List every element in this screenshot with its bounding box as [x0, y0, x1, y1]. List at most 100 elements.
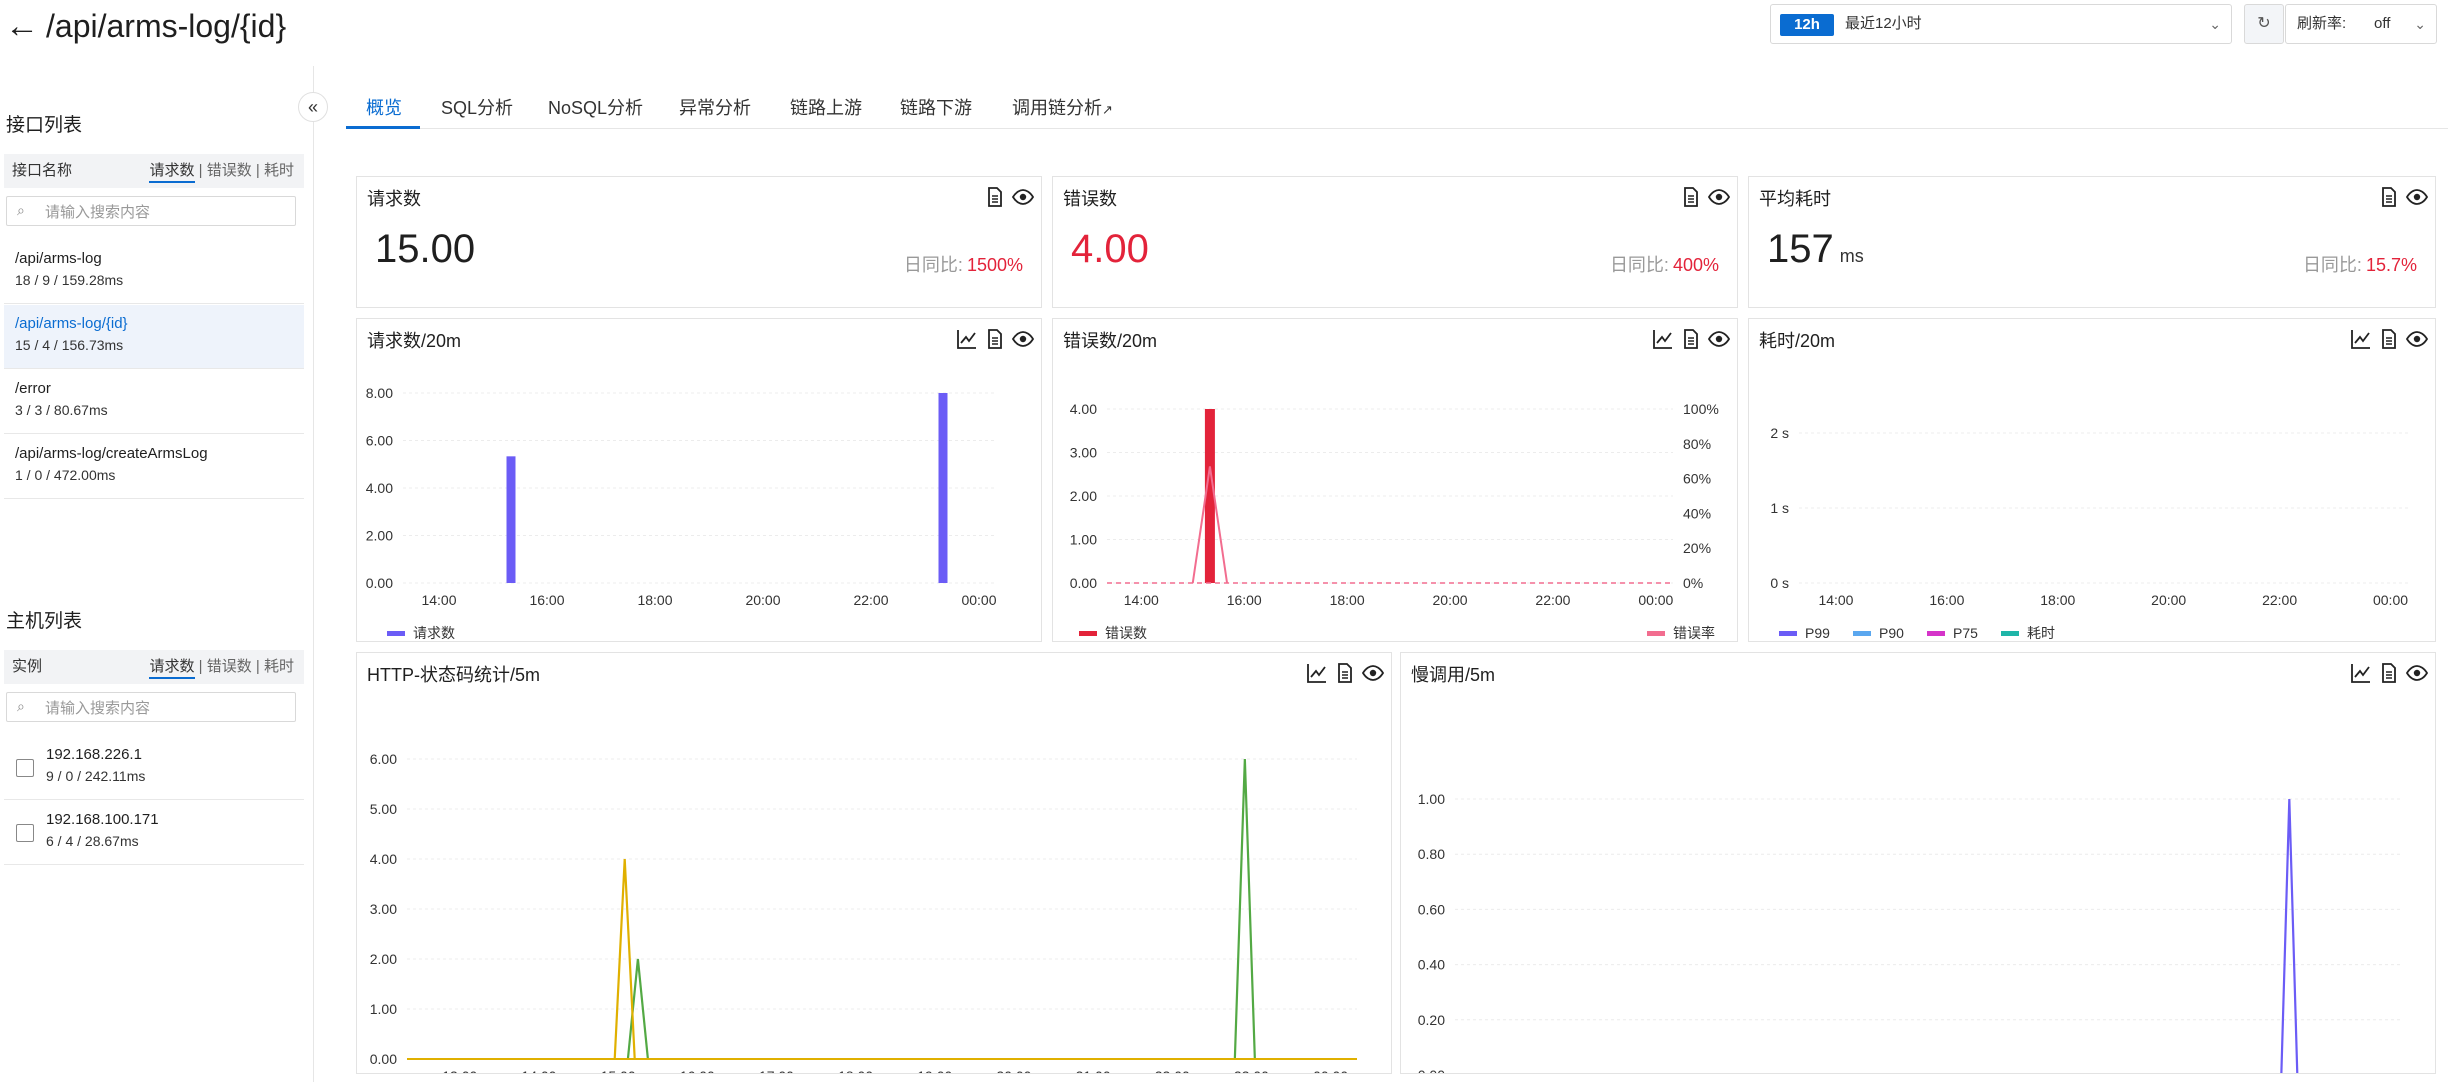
host-search-input[interactable] [43, 696, 287, 720]
x-tick-label: 22:00 [853, 592, 888, 608]
x-tick-label: 16:00 [1227, 592, 1262, 608]
eye-icon[interactable] [2405, 661, 2429, 685]
eye-icon[interactable] [1707, 185, 1731, 209]
collapse-sidebar-icon[interactable]: « [298, 92, 328, 122]
legend-swatch [1079, 631, 1097, 636]
bar [938, 393, 948, 583]
tab-upstream[interactable]: 链路上游 [790, 94, 862, 128]
x-tick-label: 22:00 [1535, 592, 1570, 608]
refresh-icon: ↻ [2257, 15, 2271, 32]
x-tick-label: 19:00 [917, 1068, 952, 1073]
sort-options: 请求数 | 错误数 | 耗时 [149, 650, 294, 684]
y2-tick-label: 20% [1683, 540, 1711, 556]
refresh-rate-select[interactable]: 刷新率: off ⌄ [2285, 4, 2437, 44]
x-tick-label: 22:00 [2262, 592, 2297, 608]
y2-tick-label: 40% [1683, 505, 1711, 521]
sort-latency[interactable]: 耗时 [264, 162, 294, 179]
eye-icon[interactable] [1707, 327, 1731, 351]
eye-icon[interactable] [1011, 185, 1035, 209]
line-chart-icon[interactable] [1651, 327, 1675, 351]
tab-trace-analysis[interactable]: 调用链分析↗ [1012, 94, 1113, 128]
host-list-item[interactable]: 192.168.226.1 9 / 0 / 242.11ms [4, 736, 304, 800]
x-tick-label: 22:00 [1155, 1068, 1190, 1073]
host-ip: 192.168.100.171 [46, 811, 159, 828]
y-tick-label: 0 s [1770, 575, 1789, 591]
api-list-item[interactable]: /api/arms-log 18 / 9 / 159.28ms [4, 240, 304, 304]
api-search[interactable]: ⌕ [6, 196, 296, 226]
tab-exceptions[interactable]: 异常分析 [679, 94, 751, 128]
tab-nosql[interactable]: NoSQL分析 [548, 94, 643, 128]
sort-latency[interactable]: 耗时 [264, 658, 294, 675]
legend-swatch [2001, 631, 2019, 636]
sort-requests[interactable]: 请求数 [149, 658, 195, 679]
x-tick-label: 23:00 [1234, 1068, 1269, 1073]
eye-icon[interactable] [2405, 327, 2429, 351]
x-tick-label: 21:00 [1076, 1068, 1111, 1073]
line-chart-icon[interactable] [2349, 327, 2373, 351]
back-arrow-icon[interactable]: ← [4, 6, 40, 46]
sort-errors[interactable]: 错误数 [207, 162, 252, 179]
document-icon[interactable] [2377, 185, 2401, 209]
api-list-item[interactable]: /error 3 / 3 / 80.67ms [4, 370, 304, 434]
api-search-input[interactable] [43, 200, 287, 224]
y-tick-label: 2 s [1770, 425, 1789, 441]
eye-icon[interactable] [1011, 327, 1035, 351]
y2-tick-label: 60% [1683, 471, 1711, 487]
sort-requests[interactable]: 请求数 [149, 162, 195, 183]
api-path: /error [15, 380, 51, 397]
y-tick-label: 4.00 [366, 480, 393, 496]
legend-label: 错误率 [1673, 625, 1715, 641]
api-list-item-selected[interactable]: /api/arms-log/{id} 15 / 4 / 156.73ms [4, 305, 304, 369]
y-tick-label: 2.00 [366, 528, 393, 544]
x-tick-label: 00:00 [2373, 592, 2408, 608]
line-chart-icon[interactable] [1305, 661, 1329, 685]
document-icon[interactable] [1679, 185, 1703, 209]
time-range-label: 最近12小时 [1845, 15, 1922, 32]
chart-title: 错误数/20m [1063, 331, 1158, 351]
document-icon[interactable] [1679, 327, 1703, 351]
document-icon[interactable] [2377, 661, 2401, 685]
time-range-select[interactable]: 12h 最近12小时 ⌄ [1770, 4, 2232, 44]
search-icon: ⌕ [17, 202, 25, 218]
refresh-button[interactable]: ↻ [2244, 4, 2284, 44]
y2-tick-label: 0% [1683, 575, 1703, 591]
ratio-label: 日同比: [1609, 255, 1669, 275]
x-tick-label: 15:00 [601, 1068, 636, 1073]
y-tick-label: 0.00 [1418, 1067, 1445, 1073]
refresh-rate-label: 刷新率: [2297, 15, 2347, 32]
y-tick-label: 1.00 [370, 1001, 397, 1017]
y-tick-label: 0.60 [1418, 901, 1445, 917]
legend-swatch [1647, 631, 1665, 636]
tab-sql[interactable]: SQL分析 [441, 94, 513, 128]
eye-icon[interactable] [2405, 185, 2429, 209]
search-icon: ⌕ [17, 698, 25, 714]
x-tick-label: 00:00 [961, 592, 996, 608]
legend-label: 耗时 [2027, 625, 2055, 641]
api-stats: 3 / 3 / 80.67ms [15, 402, 108, 418]
tab-overview[interactable]: 概览 [366, 94, 402, 128]
line-chart-icon[interactable] [955, 327, 979, 351]
http-status-chart-card: HTTP-状态码统计/5m 0.00 1.00 2.00 3.00 4.00 5.00 6.… [356, 652, 1392, 1074]
host-checkbox[interactable] [16, 759, 34, 777]
api-list-item[interactable]: /api/arms-log/createArmsLog 1 / 0 / 472.… [4, 435, 304, 499]
eye-icon[interactable] [1361, 661, 1385, 685]
tab-trace-label: 调用链分析 [1012, 98, 1102, 118]
legend-label: 错误数 [1105, 625, 1147, 641]
latency-chart-card: 耗时/20m 0 s 1 s 2 s 14:00 16:00 18:00 20:00 22:0… [1748, 318, 2436, 642]
document-icon[interactable] [2377, 327, 2401, 351]
document-icon[interactable] [983, 327, 1007, 351]
document-icon[interactable] [1333, 661, 1357, 685]
host-search[interactable]: ⌕ [6, 692, 296, 722]
sort-errors[interactable]: 错误数 [207, 658, 252, 675]
host-checkbox[interactable] [16, 824, 34, 842]
latency-chart: 0 s 1 s 2 s 14:00 16:00 18:00 20:00 22:00 00:00 P… [1770, 425, 2409, 641]
host-list-item[interactable]: 192.168.100.171 6 / 4 / 28.67ms [4, 801, 304, 865]
tab-downstream[interactable]: 链路下游 [900, 94, 972, 128]
document-icon[interactable] [983, 185, 1007, 209]
refresh-rate-value: off [2374, 15, 2391, 32]
legend-label: P75 [1953, 625, 1978, 641]
line-chart-icon[interactable] [2349, 661, 2373, 685]
legend-swatch [1853, 631, 1871, 636]
api-path: /api/arms-log [15, 250, 102, 267]
y-tick-label: 0.20 [1418, 1012, 1445, 1028]
